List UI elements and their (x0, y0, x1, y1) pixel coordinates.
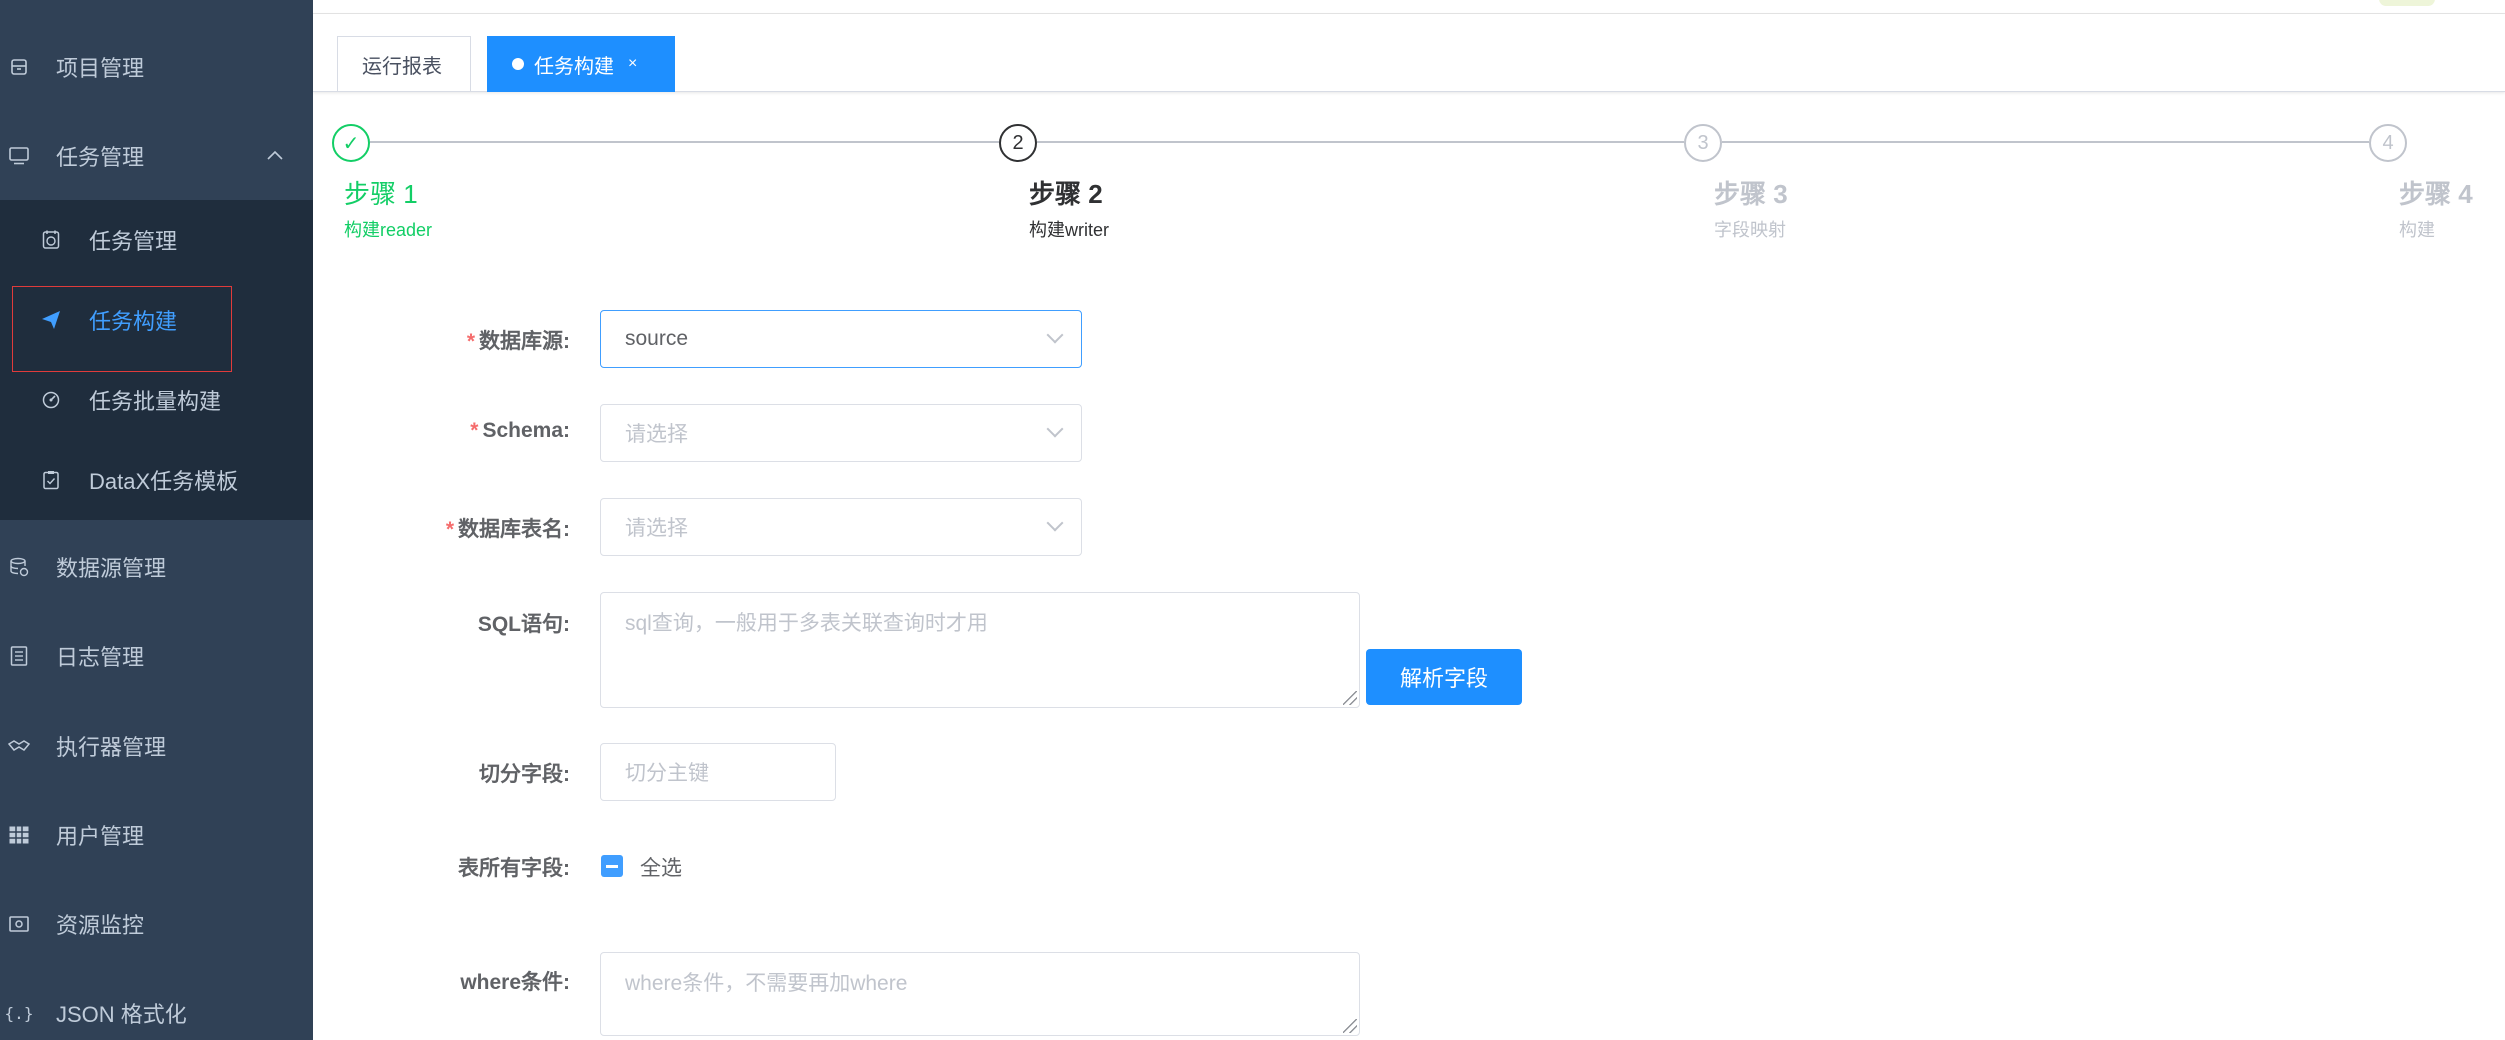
sql-label: SQL语句: (310, 608, 570, 638)
step-title: 步骤 4 (2399, 179, 2473, 209)
table-select[interactable]: 请选择 (600, 498, 1082, 556)
chevron-down-icon (1046, 514, 1064, 532)
clipboard-icon (40, 469, 62, 491)
indeterminate-icon (606, 864, 618, 868)
required-mark: * (466, 330, 475, 353)
sidebar-item-json-format[interactable]: {.} JSON 格式化 (0, 970, 313, 1040)
chevron-up-icon[interactable] (267, 147, 283, 165)
sidebar-item-monitor[interactable]: 资源监控 (0, 881, 313, 967)
submenu-item-task-manage[interactable]: 任务管理 (0, 200, 313, 280)
grid-icon (8, 824, 30, 846)
sidebar-item-executor[interactable]: 执行器管理 (0, 703, 313, 789)
selection-highlight (12, 286, 232, 372)
label-text: 切分字段: (479, 763, 570, 786)
tab-label: 任务构建 (534, 55, 614, 78)
label-text: SQL语句: (477, 613, 570, 636)
sidebar-item-datasource[interactable]: 数据源管理 (0, 524, 313, 610)
table-label: * 数据库表名: (310, 513, 570, 543)
datasource-select[interactable]: source (600, 310, 1082, 368)
sidebar-item-label: 任务管理 (56, 145, 145, 170)
required-mark: * (470, 419, 479, 442)
resize-handle-icon[interactable] (1343, 691, 1357, 705)
sidebar-item-label: JSON 格式化 (56, 1002, 187, 1027)
sidebar-item-log[interactable]: 日志管理 (0, 613, 313, 699)
select-placeholder: 请选择 (625, 423, 688, 446)
close-icon[interactable]: × (628, 55, 637, 73)
sidebar-item-project[interactable]: 项目管理 (0, 24, 313, 110)
textarea-placeholder: where条件，不需要再加where (625, 972, 908, 995)
where-label: where条件: (310, 966, 570, 996)
sidebar-item-label: 执行器管理 (56, 735, 167, 760)
sidebar-item-label: 项目管理 (56, 56, 145, 81)
submenu-item-datax-template[interactable]: DataX任务模板 (0, 440, 313, 520)
sidebar-item-label: 日志管理 (56, 645, 145, 670)
input-placeholder: 切分主键 (625, 762, 709, 785)
submenu-item-label: 任务批量构建 (89, 389, 222, 414)
step-description: 字段映射 (1714, 220, 1786, 240)
schema-select[interactable]: 请选择 (600, 404, 1082, 462)
sidebar-item-user[interactable]: 用户管理 (0, 792, 313, 878)
braces-icon: {.} (4, 1003, 34, 1023)
steps: ✓ 步骤 1 构建reader 2 步骤 2 构建writer 3 步骤 3 字… (313, 92, 2505, 262)
project-icon (8, 56, 30, 78)
monitor-icon (8, 145, 30, 167)
tab-label: 运行报表 (362, 55, 442, 78)
select-all-checkbox[interactable] (601, 855, 623, 877)
chevron-down-icon (1046, 326, 1064, 344)
step-connector (370, 141, 999, 143)
document-icon (8, 645, 30, 667)
check-icon: ✓ (332, 124, 370, 162)
label-text: Schema: (482, 419, 570, 442)
select-value: source (625, 327, 689, 350)
split-key-input[interactable]: 切分主键 (600, 743, 836, 801)
step-description: 构建reader (344, 220, 433, 240)
step-connector (1722, 141, 2369, 143)
where-textarea[interactable]: where条件，不需要再加where (600, 952, 1360, 1036)
step-number: 2 (999, 124, 1037, 162)
step-connector (1037, 141, 1684, 143)
step-number: 4 (2369, 124, 2407, 162)
database-icon (8, 556, 30, 578)
submenu-item-label: 任务管理 (89, 229, 178, 254)
step-title: 步骤 1 (344, 179, 418, 209)
step-number: 3 (1684, 124, 1722, 162)
sidebar-item-label: 资源监控 (56, 913, 145, 938)
label-text: 数据库表名: (458, 518, 570, 541)
sidebar-item-label: 用户管理 (56, 824, 145, 849)
sidebar-item-label: 数据源管理 (56, 556, 167, 581)
clock-icon (40, 229, 62, 251)
tags-view: 运行报表 任务构建 × (313, 14, 2505, 92)
step-title: 步骤 2 (1029, 179, 1103, 209)
schema-label: * Schema: (310, 419, 570, 443)
chevron-down-icon (1046, 420, 1064, 438)
all-fields-label: 表所有字段: (310, 852, 570, 882)
handshake-icon (8, 735, 30, 757)
tab-task-build[interactable]: 任务构建 × (487, 36, 675, 92)
submenu-item-task-batch-build[interactable]: 任务批量构建 (0, 360, 313, 440)
select-all-label[interactable]: 全选 (640, 852, 682, 882)
resize-handle-icon[interactable] (1343, 1019, 1357, 1033)
submenu-item-label: DataX任务模板 (89, 469, 239, 494)
navbar (313, 0, 2505, 14)
step-description: 构建 (2399, 220, 2435, 240)
dashboard-icon (40, 389, 62, 411)
datasource-label: * 数据库源: (310, 325, 570, 355)
sidebar: 项目管理 任务管理 任务管理 任务构建 任务批量构建 DataX任务模板 数据源… (0, 0, 313, 1040)
parse-fields-button[interactable]: 解析字段 (1366, 649, 1522, 705)
select-placeholder: 请选择 (625, 517, 688, 540)
label-text: 表所有字段: (458, 857, 570, 880)
step-description: 构建writer (1029, 220, 1109, 240)
sql-textarea[interactable]: sql查询，一般用于多表关联查询时才用 (600, 592, 1360, 708)
label-text: where条件: (460, 971, 570, 994)
label-text: 数据库源: (479, 330, 570, 353)
sidebar-item-task[interactable]: 任务管理 (0, 113, 313, 199)
step-title: 步骤 3 (1714, 179, 1788, 209)
money-icon (8, 913, 30, 935)
active-dot-icon (512, 58, 524, 70)
required-mark: * (445, 518, 454, 541)
split-label: 切分字段: (310, 758, 570, 788)
navbar-badge (2379, 0, 2435, 6)
tab-run-report[interactable]: 运行报表 (337, 36, 471, 92)
textarea-placeholder: sql查询，一般用于多表关联查询时才用 (625, 612, 988, 635)
